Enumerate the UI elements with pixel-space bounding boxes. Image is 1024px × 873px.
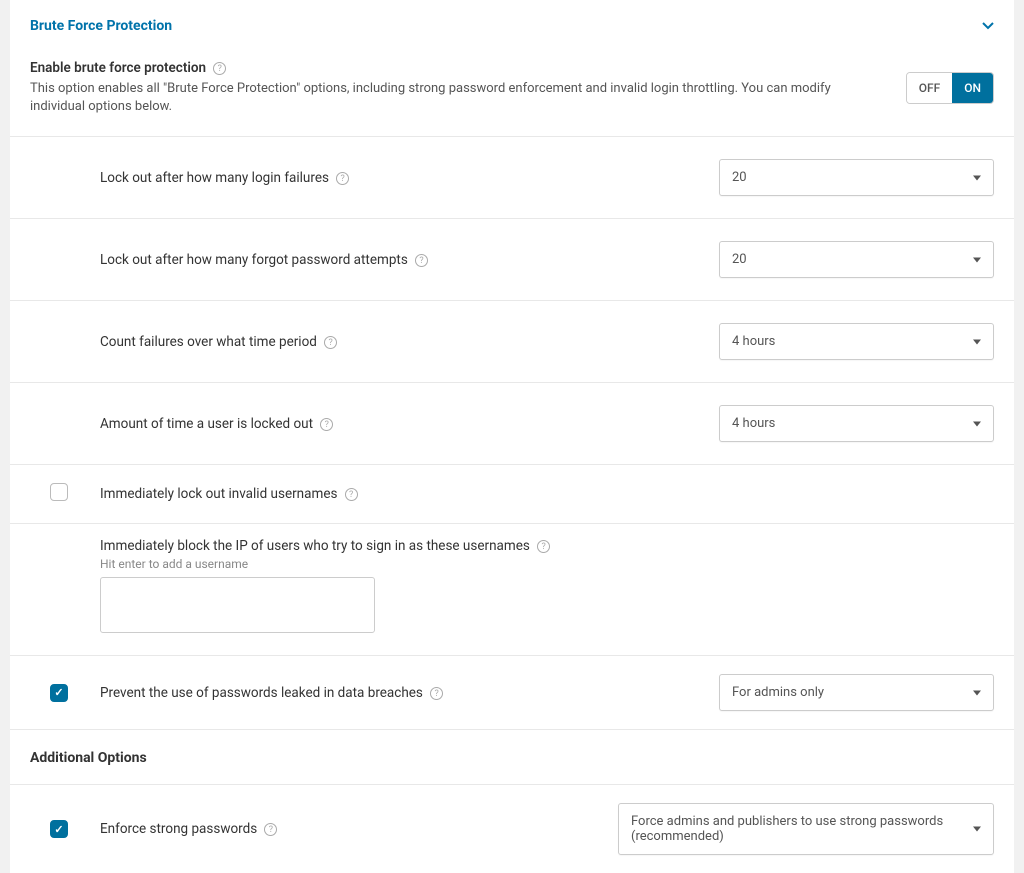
help-icon[interactable]: ? [345,488,358,501]
block-ip-hint: Hit enter to add a username [100,557,994,571]
locked-time-select[interactable]: 4 hours [719,405,994,442]
help-icon[interactable]: ? [324,336,337,349]
locked-time-label: Amount of time a user is locked out [100,416,313,432]
chevron-down-icon [973,339,981,344]
chevron-down-icon [973,690,981,695]
breached-label: Prevent the use of passwords leaked in d… [100,685,423,701]
lockout-login-select[interactable]: 20 [719,159,994,196]
invalid-usernames-label: Immediately lock out invalid usernames [100,486,337,502]
breached-checkbox[interactable] [50,684,68,702]
help-icon[interactable]: ? [320,418,333,431]
lockout-login-value: 20 [732,170,747,185]
chevron-down-icon [973,175,981,180]
help-icon[interactable]: ? [415,254,428,267]
block-ip-label: Immediately block the IP of users who tr… [100,538,530,554]
enable-description: This option enables all "Brute Force Pro… [30,80,884,116]
count-period-label: Count failures over what time period [100,334,317,350]
help-icon[interactable]: ? [336,172,349,185]
breached-value: For admins only [732,685,824,700]
additional-heading: Additional Options [10,729,1014,784]
chevron-down-icon [973,421,981,426]
locked-time-value: 4 hours [732,416,775,431]
toggle-on[interactable]: ON [952,73,993,103]
strong-passwords-checkbox[interactable] [50,820,68,838]
strong-passwords-select[interactable]: Force admins and publishers to use stron… [618,803,994,855]
strong-passwords-value: Force admins and publishers to use stron… [631,814,963,844]
lockout-login-label: Lock out after how many login failures [100,170,329,186]
enable-label: Enable brute force protection [30,60,206,76]
lockout-forgot-value: 20 [732,252,747,267]
breached-select[interactable]: For admins only [719,674,994,711]
invalid-usernames-checkbox[interactable] [50,483,68,501]
chevron-down-icon [973,257,981,262]
help-icon[interactable]: ? [213,62,226,75]
panel-title: Brute Force Protection [30,18,172,34]
strong-passwords-label: Enforce strong passwords [100,821,257,837]
block-ip-input[interactable] [100,577,375,633]
enable-toggle[interactable]: OFF ON [906,72,994,104]
count-period-select[interactable]: 4 hours [719,323,994,360]
chevron-down-icon [973,827,981,832]
help-icon[interactable]: ? [537,540,550,553]
collapse-icon[interactable] [982,19,994,34]
help-icon[interactable]: ? [430,687,443,700]
toggle-off[interactable]: OFF [907,73,953,103]
lockout-forgot-label: Lock out after how many forgot password … [100,252,408,268]
count-period-value: 4 hours [732,334,775,349]
help-icon[interactable]: ? [264,823,277,836]
lockout-forgot-select[interactable]: 20 [719,241,994,278]
